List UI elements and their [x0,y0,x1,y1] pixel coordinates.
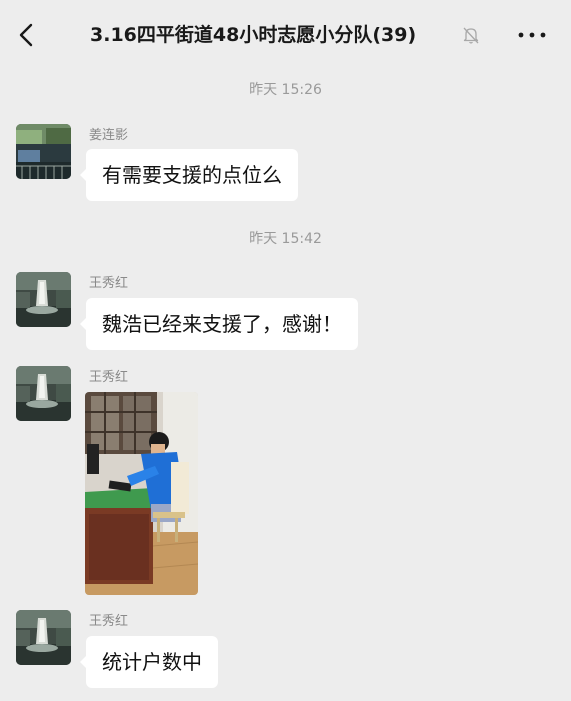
avatar-wang-xiuhong[interactable] [16,610,71,665]
sender-name: 王秀红 [89,614,129,629]
back-arrow-icon[interactable] [16,22,38,48]
avatar-image [16,366,71,421]
message-timestamp: 昨天 15:42 [249,231,322,247]
message-bubble[interactable]: 有需要支援的点位么 [80,149,298,201]
message-bubble[interactable]: 魏浩已经来支援了，感谢！ [80,298,358,350]
chat-header: 3.16四平街道48小时志愿小分队(39) [0,0,571,70]
message-bubble[interactable]: 统计户数中 [80,636,218,688]
sender-name: 王秀红 [89,370,129,385]
avatar-image [16,272,71,327]
avatar-image [16,124,71,179]
photo-volunteer-at-desk [85,392,198,595]
avatar-image [16,610,71,665]
avatar-wang-xiuhong[interactable] [16,272,71,327]
avatar-jiang-lianying[interactable] [16,124,71,179]
image-message[interactable] [85,392,198,595]
mute-bell-icon [463,27,479,44]
more-options-icon[interactable] [517,26,547,44]
avatar-wang-xiuhong[interactable] [16,366,71,421]
sender-name: 王秀红 [89,276,129,291]
message-timestamp: 昨天 15:26 [249,82,322,98]
sender-name: 姜连影 [89,128,129,143]
chat-title: 3.16四平街道48小时志愿小分队(39) [90,24,417,46]
